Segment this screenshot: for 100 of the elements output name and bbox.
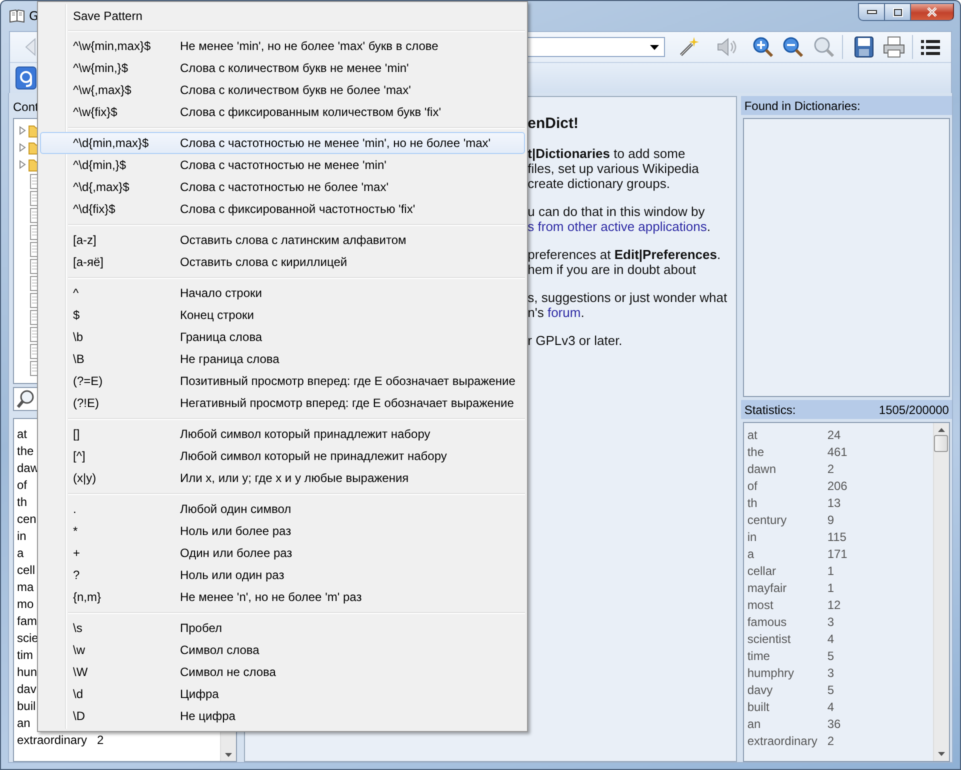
expand-arrow-icon[interactable]: [18, 160, 27, 169]
article-text: files, set up various Wikipedia: [528, 161, 699, 176]
printer-icon[interactable]: [882, 35, 906, 59]
pattern-text: (x|y): [73, 471, 98, 485]
dropdown-arrow-icon: [650, 44, 659, 50]
menu-item[interactable]: ^\w{,max}$ Слова с количеством букв не более 'max': [40, 79, 525, 101]
word-cell: ma: [17, 580, 34, 594]
word-cell: buil: [17, 698, 36, 712]
pattern-text: ^\d{min,}$: [73, 158, 127, 172]
close-button[interactable]: [910, 3, 954, 21]
pattern-text: \s: [73, 621, 84, 635]
pattern-text: [a-яё]: [73, 255, 105, 269]
link[interactable]: s from other active applications: [528, 219, 707, 234]
menu-item[interactable]: [a-яё] Оставить слова с кириллицей: [40, 251, 525, 273]
word-cell-text: in: [747, 530, 758, 544]
pattern-text: ^\w{fix}$: [73, 105, 118, 119]
magic-wand-icon[interactable]: [677, 35, 701, 59]
menu-item[interactable]: ? Ноль или один раз: [40, 564, 525, 586]
speaker-icon[interactable]: [715, 35, 739, 59]
article-text: hem if you are in doubt about: [528, 262, 696, 277]
word-cell: of: [17, 478, 28, 492]
menu-item[interactable]: ^\d{fix}$ Слова с фиксированной частотностью 'fix': [40, 198, 525, 220]
menu-item[interactable]: {n,m} Не менее 'n', но не более 'm' раз: [40, 586, 525, 608]
word-cell-text: century: [747, 512, 788, 526]
pattern-text: [a-z]: [73, 233, 98, 247]
count-cell: 4: [827, 700, 834, 714]
pattern-description: Конец строки: [180, 308, 254, 322]
menu-item[interactable]: ^\w{min,}$ Слова с количеством букв не менее 'min': [40, 57, 525, 79]
zoom-in-icon[interactable]: [751, 35, 775, 59]
pattern-text: ^\w{min,}$: [73, 61, 129, 75]
menu-item[interactable]: \D Не цифра: [40, 705, 525, 727]
scroll-up-icon[interactable]: [938, 428, 945, 432]
word-cell-text: scientist: [747, 632, 792, 646]
pattern-text: (?=E): [73, 374, 104, 388]
menu-item[interactable]: ^\d{min,}$ Слова с частотностью не менее 'min': [40, 154, 525, 176]
pattern-text: ^\d{,max}$: [73, 180, 130, 194]
menu-item[interactable]: ^\d{,max}$ Слова с частотностью не более 'max': [40, 176, 525, 198]
menu-item[interactable]: (?!E) Негативный просмотр вперед: где E обозначает выражение: [40, 392, 525, 414]
menu-item[interactable]: (?=E) Позитивный просмотр вперед: где E обозначает выражение: [40, 370, 525, 392]
word-cell-text: the: [747, 444, 765, 458]
menu-item[interactable]: \d Цифра: [40, 683, 525, 705]
menu-item[interactable]: ^ Начало строки: [40, 282, 525, 304]
word-cell: th: [17, 494, 28, 508]
minimize-button[interactable]: [858, 3, 884, 21]
menu-item[interactable]: \s Пробел: [40, 617, 525, 639]
menu-item[interactable]: \B Не граница слова: [40, 348, 525, 370]
article-text: n's forum.: [528, 305, 584, 320]
pattern-text: []: [73, 427, 81, 441]
menu-item[interactable]: \b Граница слова: [40, 326, 525, 348]
scrollbar[interactable]: [932, 423, 949, 761]
pattern-description: Ноль или один раз: [180, 568, 284, 582]
menu-item[interactable]: \w Символ слова: [40, 639, 525, 661]
word-count: 1505/200000: [878, 402, 949, 416]
pattern-text: (?!E): [73, 396, 100, 410]
scroll-down-icon[interactable]: [224, 753, 232, 757]
pattern-description: Оставить слова с кириллицей: [180, 255, 348, 269]
pattern-description: Слова с частотностью не более 'max': [180, 180, 388, 194]
menu-item[interactable]: [a-z] Оставить слова с латинским алфавитом: [40, 229, 525, 251]
menu-item[interactable]: [] Любой символ который принадлежит набору: [40, 423, 525, 445]
word-cell-text: at: [747, 428, 758, 442]
word-cell: in: [17, 528, 26, 542]
menu-item[interactable]: . Любой один символ: [40, 498, 525, 520]
count-cell: 5: [827, 648, 834, 662]
count-cell: 1: [827, 580, 834, 594]
menu-item[interactable]: + Один или более раз: [40, 542, 525, 564]
expand-arrow-icon[interactable]: [18, 143, 27, 152]
pattern-description: Начало строки: [180, 286, 262, 300]
pattern-text: ^\w{,max}$: [73, 83, 132, 97]
count-cell: 36: [827, 716, 841, 730]
menu-item[interactable]: [^] Любой символ который не принадлежит набору: [40, 445, 525, 467]
pattern-text: [^]: [73, 449, 86, 463]
zoom-out-icon[interactable]: [781, 35, 805, 59]
menu-item[interactable]: ^\w{fix}$ Слова с фиксированным количеством букв 'fix': [40, 101, 525, 123]
magnifier-icon[interactable]: [812, 35, 836, 59]
pattern-text: \d: [73, 687, 84, 701]
maximize-button[interactable]: [884, 3, 910, 21]
pattern-text: ?: [73, 568, 81, 582]
expand-arrow-icon[interactable]: [18, 126, 27, 135]
article-text: create dictionary groups.: [528, 176, 670, 191]
menu-item[interactable]: Save Pattern: [40, 5, 525, 26]
word-cell-text: humphry: [747, 666, 795, 680]
word-cell-text: davy: [747, 682, 774, 696]
count-cell: 171: [827, 546, 848, 560]
menu-item[interactable]: $ Конец строки: [40, 304, 525, 326]
dictionary-icon[interactable]: [15, 66, 37, 90]
pattern-description: Слова с фиксированной частотностью 'fix': [180, 202, 416, 216]
word-cell-text: th: [747, 496, 758, 510]
menu-item[interactable]: * Ноль или более раз: [40, 520, 525, 542]
pattern-description: Цифра: [180, 687, 219, 701]
scroll-down-icon[interactable]: [938, 752, 945, 756]
menu-item[interactable]: ^\w{min,max}$ Не менее 'min', но не более 'max' букв в слове: [40, 35, 525, 57]
link[interactable]: forum: [547, 305, 581, 320]
word-cell-text: dawn: [747, 462, 777, 476]
menu-item[interactable]: \W Символ не слова: [40, 661, 525, 683]
menu-item[interactable]: (x|y) Или x, или y; где x и y любые выражения: [40, 467, 525, 489]
menu-item[interactable]: ^\d{min,max}$ Слова с частотностью не менее 'min', но не более 'max': [40, 132, 525, 154]
scrollbar-thumb[interactable]: [934, 435, 948, 452]
article-text: s, suggestions or just wonder what: [528, 290, 728, 305]
pattern-description: Не менее 'min', но не более 'max' букв в слове: [180, 39, 438, 53]
pattern-description: Пробел: [180, 621, 222, 635]
